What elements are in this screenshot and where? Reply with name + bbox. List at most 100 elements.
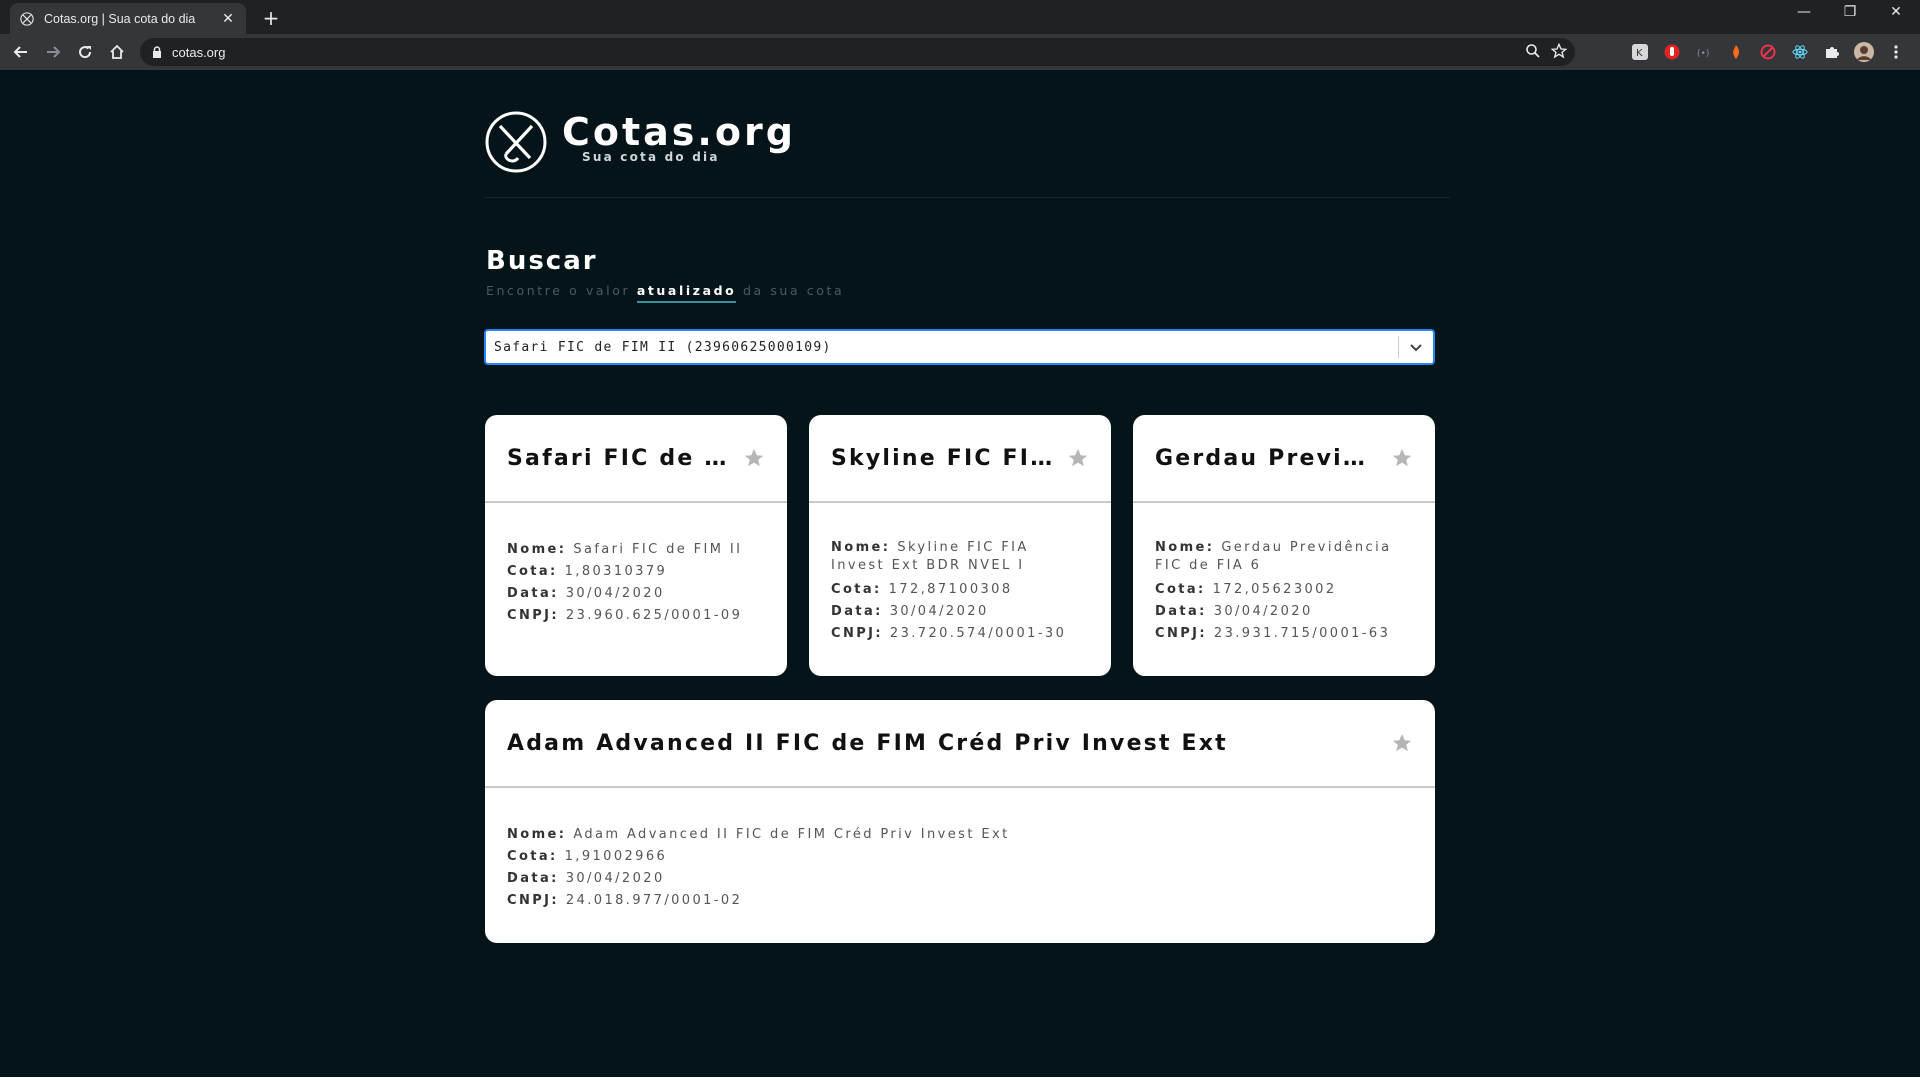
fund-date-line: Data: 30/04/2020 <box>1155 601 1413 623</box>
card-body: Nome: Adam Advanced II FIC de FIM Créd P… <box>485 788 1435 912</box>
fund-cnpj: 23.720.574/0001-30 <box>889 626 1067 641</box>
fund-date-line: Data: 30/04/2020 <box>831 601 1089 623</box>
card-header: Gerdau Previdên... <box>1133 415 1435 503</box>
fund-name: Adam Advanced II FIC de FIM Créd Priv In… <box>573 827 1010 842</box>
fund-name-line: Nome: Gerdau Previdência FIC de FIA 6 <box>1155 539 1413 575</box>
tab-title: Cotas.org | Sua cota do dia <box>44 11 196 26</box>
fund-name-line: Nome: Adam Advanced II FIC de FIM Créd P… <box>507 824 1413 846</box>
subtitle-highlight: atualizado <box>636 283 737 303</box>
zoom-icon[interactable] <box>1525 43 1541 63</box>
star-icon[interactable] <box>1067 447 1089 469</box>
fund-date-line: Data: 30/04/2020 <box>507 583 765 605</box>
browser-tab[interactable]: Cotas.org | Sua cota do dia ✕ <box>10 3 246 34</box>
search-subtitle: Encontre o valor atualizado da sua cota <box>486 283 844 303</box>
browser-tabbar: Cotas.org | Sua cota do dia ✕ + — ❐ ✕ <box>0 0 1920 34</box>
fund-cnpj-line: CNPJ: 23.720.574/0001-30 <box>831 623 1089 645</box>
site-logo[interactable]: Cotas.org Sua cota do dia <box>484 110 796 174</box>
card-title: Gerdau Previdên... <box>1155 445 1381 471</box>
fund-quota-line: Cota: 172,87100308 <box>831 579 1089 601</box>
browser-menu-icon[interactable] <box>1886 42 1906 62</box>
extension-react-icon[interactable] <box>1790 42 1810 62</box>
extensions-area: K (•) <box>1630 42 1906 62</box>
fund-cnpj: 23.931.715/0001-63 <box>1213 626 1391 641</box>
browser-toolbar: cotas.org K (•) <box>0 34 1920 70</box>
nome-label: Nome: <box>507 542 567 557</box>
window-minimize-button[interactable]: — <box>1792 4 1816 20</box>
fund-name: Safari FIC de FIM II <box>573 542 743 557</box>
tab-close-button[interactable]: ✕ <box>220 11 236 27</box>
data-label: Data: <box>1155 604 1207 619</box>
window-restore-button[interactable]: ❐ <box>1838 4 1862 20</box>
fund-date: 30/04/2020 <box>1213 604 1313 619</box>
forward-arrow-icon[interactable] <box>42 41 64 63</box>
header-divider <box>484 197 1450 198</box>
logo-mark-icon <box>485 111 547 173</box>
nome-label: Nome: <box>1155 540 1215 555</box>
fund-card[interactable]: Adam Advanced II FIC de FIM Créd Priv In… <box>485 700 1435 943</box>
card-header: Safari FIC de FI... <box>485 415 787 503</box>
fund-name-line: Nome: Safari FIC de FIM II <box>507 539 765 561</box>
fund-quota: 172,05623002 <box>1212 582 1337 597</box>
cota-label: Cota: <box>507 849 558 864</box>
subtitle-before: Encontre o valor <box>486 283 631 298</box>
cota-label: Cota: <box>1155 582 1206 597</box>
fund-search-select[interactable]: Safari FIC de FIM II (23960625000109) <box>484 329 1435 365</box>
fund-cnpj: 24.018.977/0001-02 <box>565 893 743 908</box>
card-body: Nome: Skyline FIC FIA Invest Ext BDR NVE… <box>809 503 1111 645</box>
cnpj-label: CNPJ: <box>507 608 559 623</box>
svg-text:(•): (•) <box>1697 49 1709 59</box>
cnpj-label: CNPJ: <box>1155 626 1207 641</box>
back-arrow-icon[interactable] <box>10 41 32 63</box>
svg-text:K: K <box>1636 48 1643 59</box>
home-icon[interactable] <box>106 41 128 63</box>
star-icon[interactable] <box>1391 732 1413 754</box>
fund-quota-line: Cota: 1,91002966 <box>507 846 1413 868</box>
nome-label: Nome: <box>507 827 567 842</box>
card-title: Safari FIC de FI... <box>507 445 733 471</box>
card-body: Nome: Safari FIC de FIM II Cota: 1,80310… <box>485 503 787 627</box>
star-icon[interactable] <box>743 447 765 469</box>
fund-cnpj-line: CNPJ: 23.960.625/0001-09 <box>507 605 765 627</box>
address-bar[interactable]: cotas.org <box>140 38 1575 66</box>
extension-wave-icon[interactable]: (•) <box>1694 42 1714 62</box>
fund-card[interactable]: Safari FIC de FI... Nome: Safari FIC de … <box>485 415 787 676</box>
star-icon[interactable] <box>1391 447 1413 469</box>
extension-flame-icon[interactable] <box>1726 42 1746 62</box>
fund-quota: 1,91002966 <box>564 849 668 864</box>
fund-date: 30/04/2020 <box>565 871 665 886</box>
bookmark-star-icon[interactable] <box>1550 42 1568 63</box>
cnpj-label: CNPJ: <box>831 626 883 641</box>
profile-avatar[interactable] <box>1854 42 1874 62</box>
card-header: Adam Advanced II FIC de FIM Créd Priv In… <box>485 700 1435 788</box>
extension-block-icon[interactable] <box>1758 42 1778 62</box>
chevron-down-icon[interactable] <box>1399 331 1433 363</box>
window-close-button[interactable]: ✕ <box>1884 4 1908 20</box>
lock-icon <box>152 43 162 62</box>
extension-red-shield-icon[interactable] <box>1662 42 1682 62</box>
fund-search-input[interactable]: Safari FIC de FIM II (23960625000109) <box>486 340 1398 355</box>
fund-card[interactable]: Gerdau Previdên... Nome: Gerdau Previdên… <box>1133 415 1435 676</box>
cnpj-label: CNPJ: <box>507 893 559 908</box>
extension-k-icon[interactable]: K <box>1630 42 1650 62</box>
nome-label: Nome: <box>831 540 891 555</box>
data-label: Data: <box>831 604 883 619</box>
cota-label: Cota: <box>831 582 882 597</box>
fund-cnpj-line: CNPJ: 24.018.977/0001-02 <box>507 890 1413 912</box>
extensions-puzzle-icon[interactable] <box>1822 42 1842 62</box>
data-label: Data: <box>507 871 559 886</box>
cota-label: Cota: <box>507 564 558 579</box>
new-tab-button[interactable]: + <box>260 6 282 30</box>
fund-date: 30/04/2020 <box>565 586 665 601</box>
site-favicon-icon <box>20 11 34 26</box>
url-text: cotas.org <box>172 44 226 60</box>
card-header: Skyline FIC FIA... <box>809 415 1111 503</box>
card-title: Skyline FIC FIA... <box>831 445 1057 471</box>
fund-quota: 1,80310379 <box>564 564 668 579</box>
fund-quota-line: Cota: 1,80310379 <box>507 561 765 583</box>
fund-date-line: Data: 30/04/2020 <box>507 868 1413 890</box>
fund-cnpj-line: CNPJ: 23.931.715/0001-63 <box>1155 623 1413 645</box>
fund-card[interactable]: Skyline FIC FIA... Nome: Skyline FIC FIA… <box>809 415 1111 676</box>
card-title: Adam Advanced II FIC de FIM Créd Priv In… <box>507 730 1228 756</box>
reload-icon[interactable] <box>74 41 96 63</box>
fund-name-line: Nome: Skyline FIC FIA Invest Ext BDR NVE… <box>831 539 1089 575</box>
